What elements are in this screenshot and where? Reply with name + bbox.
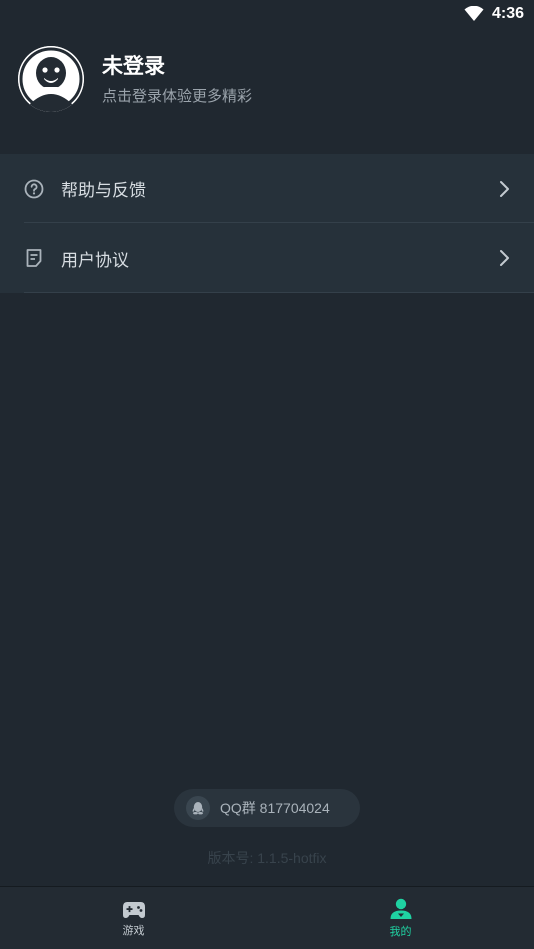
wifi-icon (464, 6, 484, 22)
qq-group-text: QQ群 817704024 (220, 800, 330, 816)
menu-item-user-agreement[interactable]: 用户协议 (0, 223, 534, 293)
bottom-nav: 游戏 我的 (0, 886, 534, 949)
tab-games[interactable]: 游戏 (0, 887, 267, 949)
divider (24, 292, 534, 293)
profile-name[interactable]: 未登录 (102, 52, 252, 80)
version-text: 版本号: 1.1.5-hotfix (207, 850, 327, 866)
qq-icon (186, 796, 210, 820)
chevron-right-icon (498, 179, 512, 199)
profile-subtitle[interactable]: 点击登录体验更多精彩 (102, 86, 252, 106)
tab-mine[interactable]: 我的 (267, 887, 534, 949)
document-icon (24, 248, 44, 268)
menu-item-label: 用户协议 (61, 250, 129, 271)
tab-mine-label: 我的 (389, 924, 412, 938)
profile-text: 未登录 点击登录体验更多精彩 (102, 52, 252, 106)
menu-item-label: 帮助与反馈 (61, 181, 146, 201)
default-avatar-icon[interactable] (18, 46, 84, 112)
qq-group-button[interactable]: QQ群 817704024 (174, 789, 360, 827)
profile-header[interactable]: 未登录 点击登录体验更多精彩 (18, 46, 252, 112)
help-circle-icon (24, 179, 44, 199)
status-time: 4:36 (491, 5, 524, 22)
status-bar: 4:36 (0, 0, 534, 28)
user-icon (389, 898, 413, 920)
menu-item-help-feedback[interactable]: 帮助与反馈 (0, 154, 534, 223)
tab-games-label: 游戏 (122, 923, 145, 937)
chevron-right-icon (498, 248, 512, 268)
settings-menu: 帮助与反馈 用户协议 (0, 154, 534, 293)
gamepad-icon (122, 899, 146, 919)
